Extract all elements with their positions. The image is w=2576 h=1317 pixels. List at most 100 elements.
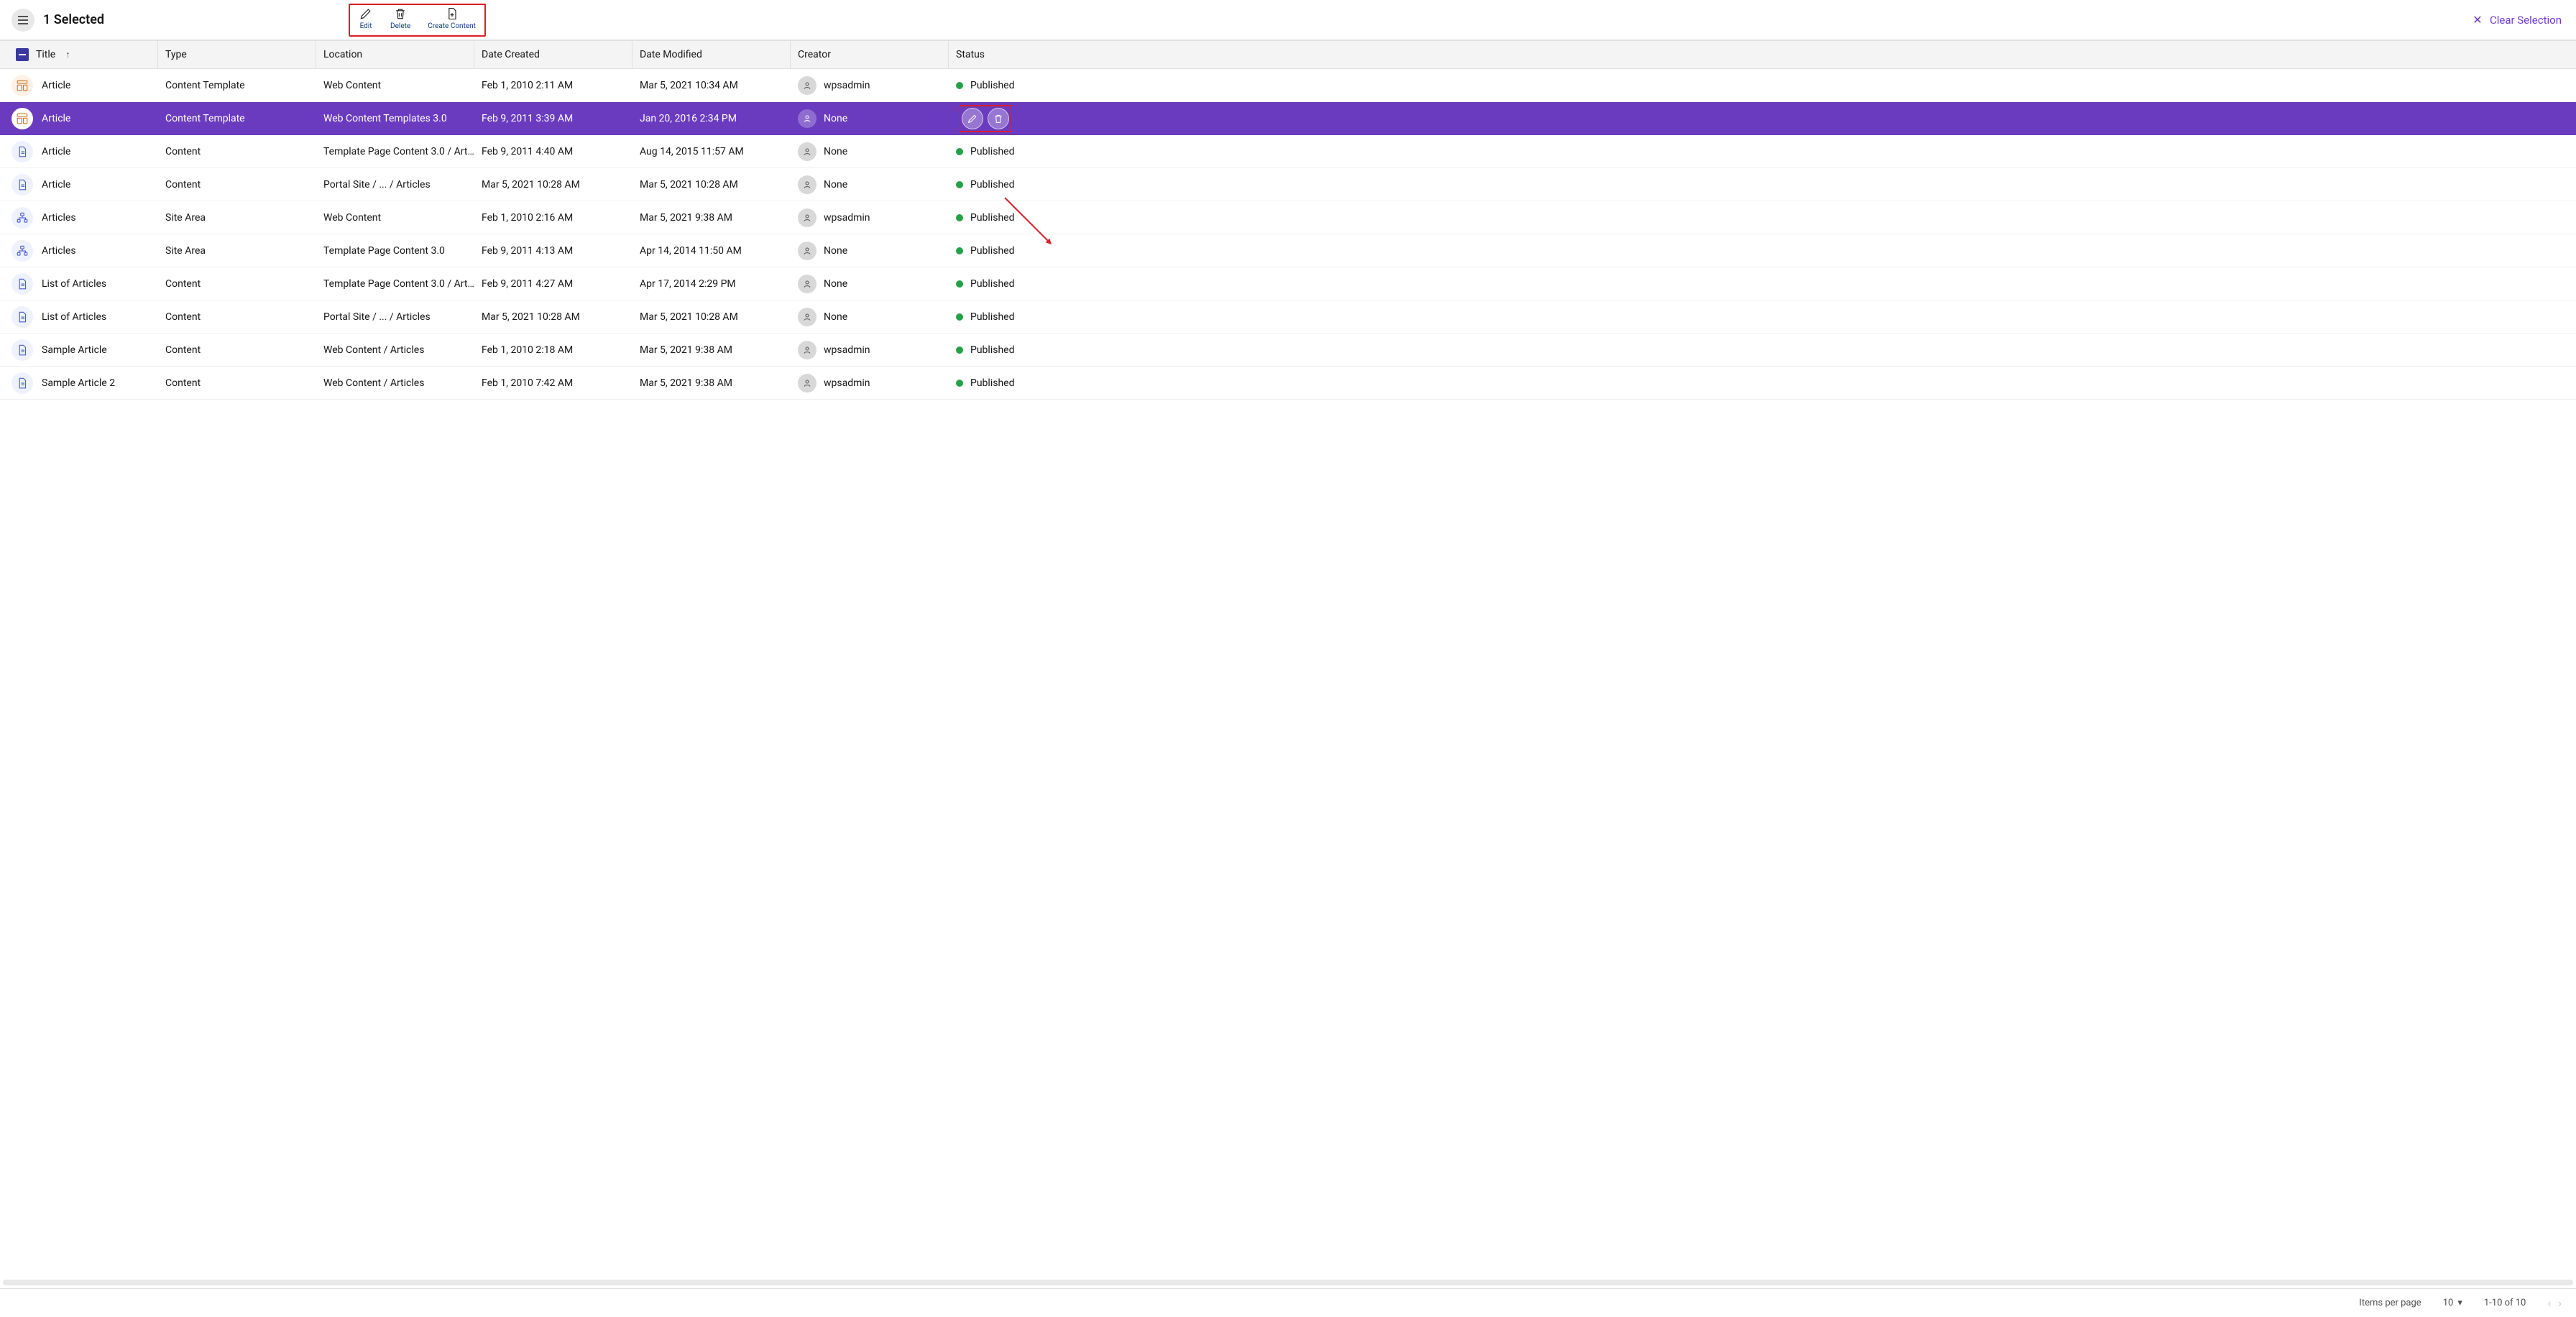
row-creator: None <box>791 308 949 326</box>
template-icon <box>12 75 33 96</box>
row-type: Content <box>158 377 316 389</box>
column-type[interactable]: Type <box>158 41 316 68</box>
table-row[interactable]: ArticleContent TemplateWeb Content Templ… <box>0 102 2576 135</box>
row-status: Published <box>949 311 2576 323</box>
column-status[interactable]: Status <box>949 41 2576 68</box>
next-page-button[interactable]: › <box>2558 1296 2562 1310</box>
status-dot-icon <box>956 247 963 254</box>
column-title[interactable]: Title ↑ <box>0 41 158 68</box>
title-cell: Sample Article <box>0 339 158 361</box>
select-all-checkbox[interactable] <box>16 48 29 61</box>
row-type: Content <box>158 146 316 157</box>
row-actions-highlight <box>959 105 1012 132</box>
table-row[interactable]: List of ArticlesContentTemplate Page Con… <box>0 267 2576 300</box>
delete-button[interactable]: Delete <box>390 6 410 30</box>
table-row[interactable]: List of ArticlesContentPortal Site / ...… <box>0 300 2576 334</box>
delete-label: Delete <box>390 22 410 30</box>
user-avatar-icon <box>798 341 816 359</box>
row-location: Template Page Content 3.0 / Artic... <box>316 278 474 290</box>
row-type: Content <box>158 179 316 191</box>
row-title: Sample Article <box>42 344 107 356</box>
content-icon <box>12 174 33 196</box>
pagination-range: 1-10 of 10 <box>2484 1298 2526 1308</box>
row-date-created: Feb 1, 2010 2:16 AM <box>474 212 632 224</box>
user-avatar-icon <box>798 109 816 128</box>
row-type: Content Template <box>158 80 316 91</box>
row-date-created: Feb 1, 2010 2:11 AM <box>474 80 632 91</box>
trash-icon <box>393 6 408 21</box>
status-dot-icon <box>956 82 963 89</box>
pagination-bar: Items per page 10 ▾ 1-10 of 10 ‹ › <box>0 1288 2576 1317</box>
sitearea-icon <box>12 240 33 262</box>
row-edit-button[interactable] <box>962 108 983 129</box>
row-status: Published <box>949 344 2576 356</box>
content-icon <box>12 339 33 361</box>
row-type: Content <box>158 311 316 323</box>
selection-toolbar: 1 Selected Edit Delete Create Content ✕ … <box>0 0 2576 40</box>
hamburger-menu-button[interactable] <box>12 9 34 32</box>
row-type: Site Area <box>158 212 316 224</box>
table-row[interactable]: ArticlesSite AreaWeb ContentFeb 1, 2010 … <box>0 201 2576 234</box>
row-title: List of Articles <box>42 311 106 323</box>
prev-page-button[interactable]: ‹ <box>2547 1296 2551 1310</box>
create-content-button[interactable]: Create Content <box>428 6 476 30</box>
document-plus-icon <box>445 6 459 21</box>
items-per-page-dropdown[interactable]: 10 ▾ <box>2443 1298 2462 1308</box>
content-icon <box>12 273 33 295</box>
row-creator: wpsadmin <box>791 208 949 227</box>
title-cell: Article <box>0 174 158 196</box>
clear-selection-button[interactable]: Clear Selection <box>2490 14 2562 27</box>
create-content-label: Create Content <box>428 22 476 30</box>
row-title: Articles <box>42 245 76 257</box>
row-date-created: Feb 9, 2011 3:39 AM <box>474 113 632 124</box>
edit-button[interactable]: Edit <box>359 6 373 30</box>
table-row[interactable]: Sample ArticleContentWeb Content / Artic… <box>0 334 2576 367</box>
table-row[interactable]: ArticlesSite AreaTemplate Page Content 3… <box>0 234 2576 267</box>
table-header: Title ↑ Type Location Date Created Date … <box>0 40 2576 69</box>
row-type: Content <box>158 278 316 290</box>
user-avatar-icon <box>798 175 816 194</box>
table-row[interactable]: ArticleContentPortal Site / ... / Articl… <box>0 168 2576 201</box>
table-row[interactable]: ArticleContent TemplateWeb ContentFeb 1,… <box>0 69 2576 102</box>
row-location: Web Content / Articles <box>316 344 474 356</box>
sitearea-icon <box>12 207 33 229</box>
title-cell: Article <box>0 75 158 96</box>
row-status: Published <box>949 179 2576 191</box>
row-status: Published <box>949 146 2576 157</box>
close-icon[interactable]: ✕ <box>2472 15 2483 25</box>
pencil-icon <box>359 6 373 21</box>
row-date-created: Feb 9, 2011 4:13 AM <box>474 245 632 257</box>
column-date-created[interactable]: Date Created <box>474 41 632 68</box>
column-location[interactable]: Location <box>316 41 474 68</box>
title-cell: Articles <box>0 207 158 229</box>
row-title: Article <box>42 113 70 124</box>
status-dot-icon <box>956 380 963 387</box>
row-date-created: Feb 1, 2010 7:42 AM <box>474 377 632 389</box>
row-status <box>949 105 2576 132</box>
edit-label: Edit <box>360 22 372 30</box>
title-cell: Articles <box>0 240 158 262</box>
row-date-created: Feb 9, 2011 4:27 AM <box>474 278 632 290</box>
horizontal-scrollbar[interactable] <box>3 1280 2573 1285</box>
row-date-modified: Mar 5, 2021 9:38 AM <box>632 377 791 389</box>
table-row[interactable]: Sample Article 2ContentWeb Content / Art… <box>0 367 2576 400</box>
user-avatar-icon <box>798 208 816 227</box>
column-title-label: Title <box>36 49 55 60</box>
row-delete-button[interactable] <box>988 108 1009 129</box>
row-date-modified: Apr 17, 2014 2:29 PM <box>632 278 791 290</box>
user-avatar-icon <box>798 308 816 326</box>
content-icon <box>12 306 33 328</box>
table-row[interactable]: ArticleContentTemplate Page Content 3.0 … <box>0 135 2576 168</box>
column-creator[interactable]: Creator <box>791 41 949 68</box>
status-dot-icon <box>956 214 963 221</box>
column-date-modified[interactable]: Date Modified <box>632 41 791 68</box>
title-cell: Article <box>0 108 158 129</box>
row-title: Article <box>42 179 70 191</box>
row-date-modified: Jan 20, 2016 2:34 PM <box>632 113 791 124</box>
row-date-created: Feb 9, 2011 4:40 AM <box>474 146 632 157</box>
row-location: Web Content Templates 3.0 <box>316 113 474 124</box>
row-location: Template Page Content 3.0 / Artic... <box>316 146 474 157</box>
row-date-created: Mar 5, 2021 10:28 AM <box>474 311 632 323</box>
row-location: Web Content <box>316 80 474 91</box>
title-cell: Sample Article 2 <box>0 372 158 394</box>
